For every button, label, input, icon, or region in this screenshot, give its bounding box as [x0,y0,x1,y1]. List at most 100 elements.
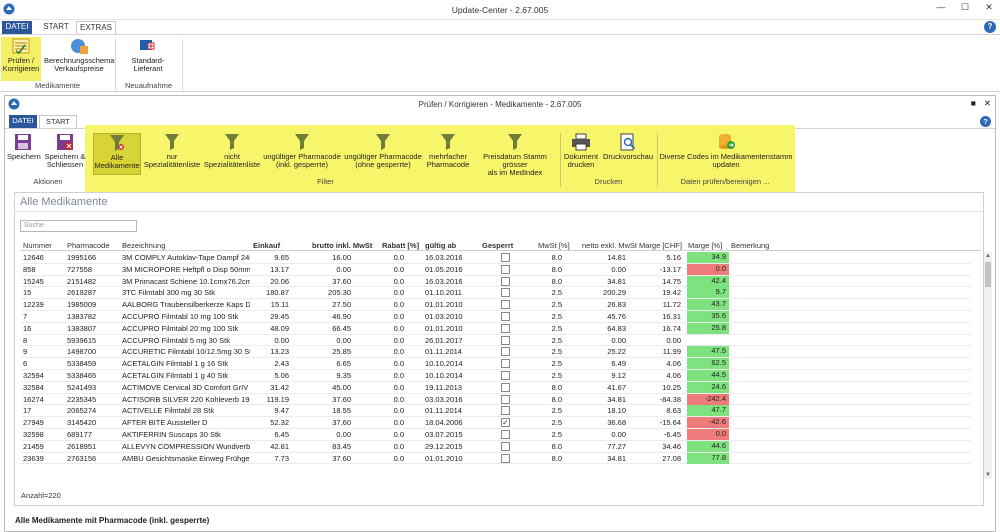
table-row[interactable]: 16274 2235345 ACTISORB SILVER 220 Kohlever… [21,393,971,406]
table-cell: 2065274 [67,406,97,416]
vertical-scrollbar[interactable]: ▲ ▼ [984,252,992,479]
table-row[interactable]: 21459 2618951 ALLEVYN COMPRESSION Wundverb… [21,440,971,453]
gesperrt-checkbox[interactable] [501,453,510,463]
speichern-button[interactable]: Speichern [7,133,41,161]
gesperrt-checkbox[interactable] [501,347,510,357]
table-cell: 32598 [23,430,44,439]
table-cell: 2235345 [67,394,97,404]
table-cell: 0.00 [336,430,351,439]
table-cell: ACETALGIN Filmtabl 1 g 40 Stk [122,371,229,380]
header-netto[interactable]: netto exkl. MwSt [582,241,637,250]
speichern-schliessen-button[interactable]: Speichern & Schliessen [43,133,87,169]
table-cell: 01.01.2010 [425,323,463,333]
gesperrt-checkbox[interactable] [501,371,510,380]
gesperrt-checkbox[interactable] [501,359,510,369]
table-row[interactable]: 12239 1985009 AALBORG Traubensilberkerze K… [21,299,971,311]
filter-mehrfacher-pharmacode-button[interactable]: mehrfacher Pharmacode [423,133,473,169]
search-input[interactable]: Suche [20,220,137,232]
gesperrt-checkbox[interactable] [501,394,510,404]
table-row[interactable]: 12646 1995166 3M COMPLY Autoklav-Tape Damp… [21,252,971,264]
header-mwst[interactable]: MwSt [%] [538,241,570,250]
filter-icon [225,134,239,150]
header-nummer[interactable]: Nummer [23,241,52,250]
table-row[interactable]: 32594 5338465 ACETALGIN Filmtabl 1 g 40 St… [21,370,971,382]
table-cell: 10.25 [662,382,681,392]
table-cell: 13.17 [270,264,289,274]
table-cell: 27.50 [332,300,351,310]
gesperrt-checkbox[interactable] [501,323,510,333]
berechnungsschema-button[interactable]: Berechnungsschema Verkaufspreise [44,37,114,73]
header-gueltig-ab[interactable]: gültig ab [425,241,456,250]
standard-lieferant-button[interactable]: Standard-Lieferant [117,37,179,73]
header-marge-chf[interactable]: Marge [CHF] [639,241,682,250]
filter-icon [441,134,455,150]
table-row[interactable]: 9 1498700 ACCURETIC Filmtabl 10/12.5mg 30 … [21,346,971,359]
table-row[interactable]: 15 2619287 3TC Filmtabl 300 mg 30 Stk 180.8… [21,287,971,300]
gesperrt-checkbox[interactable] [501,300,510,310]
header-marge-pct[interactable]: Marge [%] [688,241,722,250]
scroll-up-icon[interactable]: ▲ [984,252,992,260]
filter-ungueltiger-pharmacode-inkl-button[interactable]: ungültiger Pharmacode (inkl. gesperrte) [262,133,342,169]
filter-nicht-spezialitaetenliste-button[interactable]: nicht Spezialitätenliste [202,133,262,169]
table-cell: 5939615 [67,335,97,345]
filter-nur-spezialitaetenliste-button[interactable]: nur Spezialitätenliste [142,133,202,169]
header-pharmacode[interactable]: Pharmacode [67,241,110,250]
maximize-icon[interactable]: ☐ [960,2,970,13]
gesperrt-checkbox[interactable] [501,264,510,274]
gesperrt-checkbox[interactable] [501,276,510,286]
table-row[interactable]: 32598 689177 AKTIFERRIN Suscaps 30 Stk 6.45… [21,429,971,441]
gesperrt-checkbox[interactable] [501,312,510,321]
gesperrt-checkbox[interactable]: ✓ [501,418,510,428]
inner-tab-datei[interactable]: DATEI [9,115,37,128]
table-row[interactable]: 6 5338459 ACETALGIN Filmtabl 1 g 16 Stk 2.4… [21,358,971,370]
inner-tab-start[interactable]: START [39,115,77,128]
tab-start[interactable]: START [38,21,74,34]
filter-alle-medikamente-button[interactable]: Alle Medikamente [93,133,141,175]
help-icon[interactable]: ? [984,21,996,33]
druckvorschau-button[interactable]: Druckvorschau [602,133,654,161]
inner-help-icon[interactable]: ? [980,116,991,127]
table-row[interactable]: 23639 2763156 AMBU Gesichtsmaske Einweg Fr… [21,452,971,465]
table-cell: 0.0 [393,253,404,262]
table-row[interactable]: 27949 3145420 AFTER BITE Aussteller D 52.32… [21,417,971,429]
filter-ungueltiger-pharmacode-ohne-button[interactable]: ungültiger Pharmacode (ohne gesperrte) [343,133,423,169]
inner-close-icon[interactable]: ✕ [984,98,991,109]
diverse-codes-updaten-button[interactable]: Diverse Codes im Medikamentenstamm updat… [659,133,793,169]
table-cell: 12646 [23,253,44,262]
header-einkauf[interactable]: Einkauf [253,241,280,250]
header-gesperrt[interactable]: Gesperrt [482,241,513,250]
close-icon[interactable]: ✕ [984,2,994,13]
database-update-icon [719,134,735,149]
table-cell: 2618951 [67,441,97,451]
marge-pct-cell: 77.8 [687,452,729,464]
table-row[interactable]: 8 5939615 ACCUPRO Filmtabl 5 mg 30 Stk 0.00… [21,335,971,347]
table-row[interactable]: 32584 5241493 ACTIMOVE Cervical 3D Comfort… [21,381,971,394]
tab-extras[interactable]: EXTRAS [76,21,116,34]
table-row[interactable]: 16 1383807 ACCUPRO Filmtabl 20 mg 100 Stk 4… [21,322,971,335]
pruefen-korrigieren-button[interactable]: Prüfen / Korrigieren [1,37,41,81]
dokument-drucken-button[interactable]: Dokument drucken [562,133,600,169]
gesperrt-checkbox[interactable] [501,253,510,262]
gesperrt-checkbox[interactable] [501,382,510,392]
header-bezeichnung[interactable]: Bezeichnung [122,241,165,250]
gesperrt-checkbox[interactable] [501,288,510,298]
scroll-down-icon[interactable]: ▼ [984,471,992,479]
table-row[interactable]: 15245 2151482 3M Primacast Schiene 10.1cmx… [21,275,971,288]
minimize-icon[interactable]: — [936,2,946,13]
header-bemerkung[interactable]: Bemerkung [731,241,769,250]
table-cell: 8.0 [551,453,562,463]
gesperrt-checkbox[interactable] [501,430,510,439]
tab-datei[interactable]: DATEI [2,21,32,34]
header-rabatt[interactable]: Rabatt [%] [382,241,419,250]
gesperrt-checkbox[interactable] [501,406,510,416]
gesperrt-checkbox[interactable] [501,441,510,451]
table-row[interactable]: 17 2065274 ACTIVELLE Filmtabl 28 Stk 9.47 18… [21,405,971,418]
filter-preisdatum-button[interactable]: Preisdatum Stamm grösser als im MedIndex [473,133,557,177]
header-brutto[interactable]: brutto inkl. MwSt [312,241,372,250]
table-row[interactable]: 858 727558 3M MICROPORE Heftpfl o Disp 50m… [21,263,971,276]
table-row[interactable]: 7 1383782 ACCUPRO Filmtabl 10 mg 100 Stk 29… [21,311,971,323]
inner-maximize-icon[interactable]: ■ [971,98,976,109]
table-cell: 01.01.2010 [425,453,463,463]
scroll-thumb[interactable] [985,262,991,287]
gesperrt-checkbox[interactable] [501,335,510,345]
